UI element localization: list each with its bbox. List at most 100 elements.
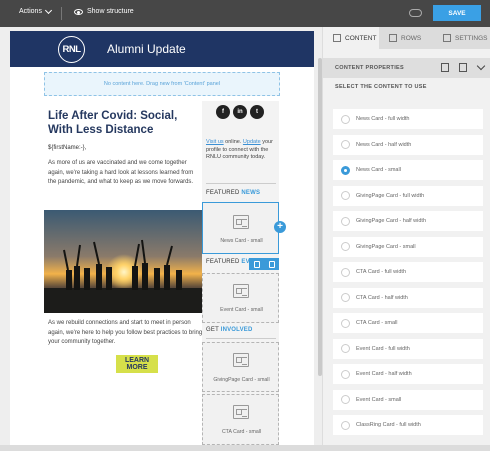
option-label: CTA Card - half width xyxy=(356,294,408,301)
visit-us-link[interactable]: Visit us xyxy=(206,139,224,145)
radio-button[interactable] xyxy=(341,140,350,149)
content-option[interactable]: GivingPage Card - small xyxy=(333,236,483,257)
radio-button[interactable] xyxy=(341,165,350,175)
card-label: Event Card - small xyxy=(220,307,263,313)
card-label: GivingPage Card - small xyxy=(213,377,270,383)
article-headline[interactable]: Life After Covid: Social, With Less Dist… xyxy=(48,109,203,137)
facebook-icon[interactable]: f xyxy=(216,105,230,119)
event-card-block[interactable]: Event Card - small xyxy=(202,273,279,323)
card-placeholder-icon xyxy=(233,215,249,229)
radio-button[interactable] xyxy=(341,216,350,226)
option-label: News Card - small xyxy=(356,167,401,173)
learn-more-button[interactable]: LEARN MORE xyxy=(116,355,158,373)
featured-events-title: FEATURED EV xyxy=(206,259,250,265)
duplicate-icon[interactable] xyxy=(268,260,275,268)
tab-rows[interactable]: ROWS xyxy=(379,27,433,49)
radio-button[interactable] xyxy=(341,318,350,328)
content-option[interactable]: Event Card - small xyxy=(333,389,483,410)
content-option[interactable]: News Card - small xyxy=(333,160,483,180)
content-option[interactable]: Event Card - half width xyxy=(333,364,483,384)
trash-icon[interactable] xyxy=(253,260,260,268)
visit-text: Visit us online. Update your profile to … xyxy=(206,139,278,162)
email-header[interactable]: RNL Alumni Update xyxy=(10,31,314,67)
radio-button[interactable] xyxy=(341,420,350,430)
card-placeholder-icon xyxy=(233,353,249,367)
cta-card-block[interactable]: CTA Card - small xyxy=(202,394,279,445)
section-highlight: NEWS xyxy=(241,190,261,196)
empty-dropzone[interactable]: No content here. Drag new from 'Content'… xyxy=(44,72,280,96)
section-prefix: GET xyxy=(206,327,219,333)
email-canvas: RNL Alumni Update No content here. Drag … xyxy=(0,27,322,445)
content-option[interactable]: News Card - half width xyxy=(333,134,483,155)
section-highlight: INVOLVED xyxy=(220,327,253,333)
radio-button[interactable] xyxy=(341,395,350,404)
chevron-down-icon[interactable] xyxy=(476,61,486,71)
radio-button[interactable] xyxy=(341,369,350,379)
content-option[interactable]: News Card - full width xyxy=(333,109,483,129)
tab-settings[interactable]: SETTINGS xyxy=(433,27,490,49)
update-link[interactable]: Update xyxy=(243,139,261,145)
intro-paragraph[interactable]: As more of us are vaccinated and we come… xyxy=(48,159,203,188)
linkedin-icon[interactable]: in xyxy=(233,105,247,119)
givingpage-card-block[interactable]: GivingPage Card - small xyxy=(202,342,279,392)
hero-image[interactable] xyxy=(44,210,202,313)
option-label: GivingPage Card - small xyxy=(356,243,416,250)
tab-label: CONTENT xyxy=(345,34,377,42)
content-option[interactable]: Event Card - full width xyxy=(333,338,483,359)
show-structure-toggle[interactable]: Show structure xyxy=(74,8,134,15)
radio-button[interactable] xyxy=(341,114,350,124)
greeting-text[interactable]: ${firstName:-}, xyxy=(48,145,203,151)
duplicate-icon[interactable] xyxy=(459,63,467,72)
cloud-save-icon[interactable] xyxy=(409,9,422,17)
tab-label: ROWS xyxy=(401,34,422,42)
card-placeholder-icon xyxy=(233,405,249,419)
content-properties-title: CONTENT PROPERTIES xyxy=(335,65,404,71)
option-label: ClassRing Card - full width xyxy=(356,422,421,428)
divider xyxy=(206,338,276,339)
rebuild-paragraph[interactable]: As we rebuild connections and start to m… xyxy=(48,319,203,348)
sunset-group-image xyxy=(44,210,202,313)
main-column: Life After Covid: Social, With Less Dist… xyxy=(48,109,203,188)
actions-menu[interactable]: Actions xyxy=(19,6,53,15)
content-option[interactable]: CTA Card - half width xyxy=(333,287,483,308)
email-body: RNL Alumni Update No content here. Drag … xyxy=(10,31,314,445)
option-label: News Card - half width xyxy=(356,141,412,148)
news-card-block[interactable]: News Card - small xyxy=(202,202,279,254)
add-block-plus-icon[interactable]: + xyxy=(274,221,286,233)
content-option[interactable]: GivingPage Card - full width xyxy=(333,185,483,206)
content-option[interactable]: GivingPage Card - half width xyxy=(333,211,483,231)
card-placeholder-icon xyxy=(233,284,249,298)
radio-button[interactable] xyxy=(341,293,350,302)
bottom-bar xyxy=(0,445,490,451)
option-label: News Card - full width xyxy=(356,116,410,122)
content-properties-header: CONTENT PROPERTIES xyxy=(323,58,490,78)
settings-icon xyxy=(443,34,451,42)
top-toolbar: Actions Show structure SAVE xyxy=(0,0,490,27)
radio-button[interactable] xyxy=(341,267,350,277)
option-label: Event Card - full width xyxy=(356,345,410,352)
divider xyxy=(61,7,62,20)
right-panel: CONTENT ROWS SETTINGS CONTENT PROPERTIES… xyxy=(322,27,490,445)
tab-content[interactable]: CONTENT xyxy=(323,27,379,49)
trash-icon[interactable] xyxy=(441,63,449,72)
save-button[interactable]: SAVE xyxy=(433,5,481,21)
twitter-icon[interactable]: t xyxy=(250,105,264,119)
content-option[interactable]: CTA Card - full width xyxy=(333,262,483,282)
content-option[interactable]: ClassRing Card - full width xyxy=(333,415,483,435)
content-option[interactable]: CTA Card - small xyxy=(333,313,483,333)
block-toolbar xyxy=(249,258,279,270)
section-prefix: FEATURED xyxy=(206,259,240,265)
section-prefix: FEATURED xyxy=(206,190,240,196)
card-label: CTA Card - small xyxy=(221,429,262,435)
radio-button[interactable] xyxy=(341,191,350,200)
content-options-list: News Card - full width News Card - half w… xyxy=(333,109,483,441)
panel-tabs: CONTENT ROWS SETTINGS xyxy=(323,27,490,49)
sidebar-column: f in t Visit us online. Update your prof… xyxy=(202,101,279,445)
radio-button[interactable] xyxy=(341,242,350,251)
tab-label: SETTINGS xyxy=(455,34,488,42)
rows-icon xyxy=(389,34,397,42)
radio-button[interactable] xyxy=(341,344,350,353)
featured-news-title: FEATURED NEWS xyxy=(206,190,260,196)
card-label: News Card - small xyxy=(220,238,263,244)
option-label: GivingPage Card - half width xyxy=(356,218,427,224)
